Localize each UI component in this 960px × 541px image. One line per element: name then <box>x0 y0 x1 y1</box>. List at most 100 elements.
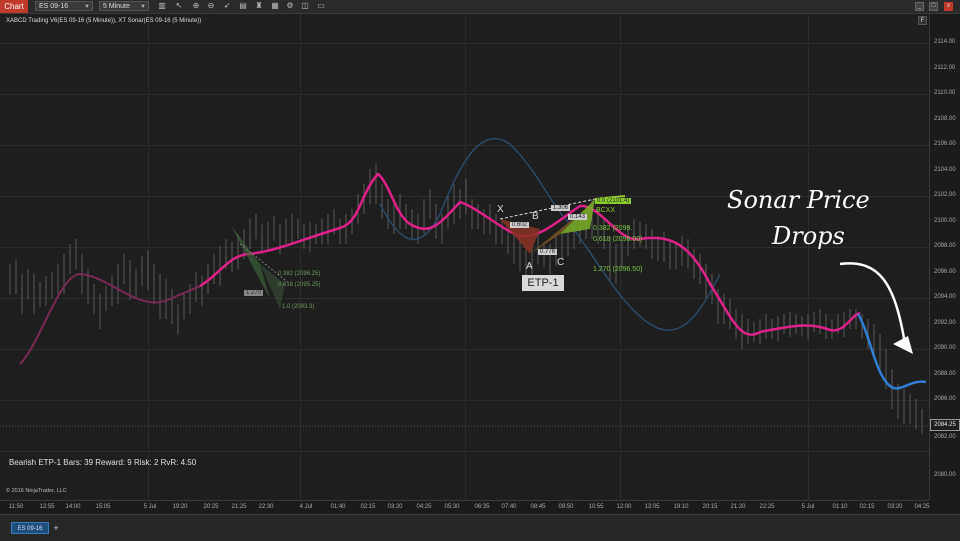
price-tick: 2098.00 <box>934 243 956 249</box>
pointer-icon[interactable]: ↖ <box>174 1 184 11</box>
time-tick: 02:15 <box>859 504 875 510</box>
price-chart <box>0 138 929 434</box>
time-tick: 14:00 <box>65 504 81 510</box>
time-tick: 5 Jul <box>801 504 815 510</box>
price-tick: 2082.00 <box>934 434 956 440</box>
pattern-tag: BCXX <box>596 207 616 214</box>
pattern-name-badge: ETP-1 <box>522 275 564 291</box>
time-tick: 08:45 <box>530 504 546 510</box>
point-x-label: X <box>497 204 504 215</box>
time-tick: 04:25 <box>914 504 930 510</box>
arrow-head-icon <box>893 336 913 354</box>
time-tick: 20:15 <box>702 504 718 510</box>
annotation-subtitle: Drops <box>772 222 845 250</box>
strategies-icon[interactable]: ♜ <box>254 1 264 11</box>
time-tick: 07:40 <box>501 504 517 510</box>
sonar-line-faded <box>379 138 721 331</box>
price-tick: 2080.00 <box>934 472 956 478</box>
chart-title: XABCD Trading V6(ES 09-16 (5 Minute)), X… <box>6 18 202 24</box>
time-tick: 15:05 <box>95 504 111 510</box>
price-tick: 2100.00 <box>934 218 956 224</box>
bar-type-icon[interactable]: ▥ <box>157 1 167 11</box>
chevron-down-icon: ▼ <box>140 4 146 10</box>
time-tick: 04:25 <box>416 504 432 510</box>
tab-bar: ES 09-16 + <box>0 514 960 541</box>
price-tick: 2094.00 <box>934 294 956 300</box>
price-tick: 2114.00 <box>934 39 956 45</box>
point-c-label: C <box>557 257 565 268</box>
ratio-label: 0.602 <box>510 222 530 228</box>
chart-toolbar: Chart ES 09-16 ▼ 5 Minute ▼ ▥ ↖ ⊕ ⊖ ➶ ▤ ♜ … <box>0 0 960 14</box>
time-tick: 01:10 <box>832 504 848 510</box>
time-tick: 02:15 <box>360 504 376 510</box>
point-a-label: A <box>526 261 533 272</box>
price-tick: 2102.00 <box>934 192 956 198</box>
data-box-icon[interactable]: ▤ <box>238 1 248 11</box>
fib-level-label: 0.0 (2101.4) <box>595 198 632 204</box>
ratio-label: 0.778 <box>538 249 558 255</box>
interval-value: 5 Minute <box>103 3 130 10</box>
minimize-button[interactable]: _ <box>915 2 924 11</box>
chevron-down-icon: ▼ <box>84 4 90 10</box>
time-tick: 09:50 <box>558 504 574 510</box>
price-tick: 2092.00 <box>934 320 956 326</box>
add-tab-button[interactable]: + <box>51 522 61 534</box>
current-price-marker: 2084.25 <box>930 419 960 431</box>
time-tick: 10:55 <box>588 504 604 510</box>
fib-level-label: 1.270 (2096.50) <box>593 266 643 273</box>
zoom-out-icon[interactable]: ⊖ <box>206 1 216 11</box>
time-tick: 19:20 <box>172 504 188 510</box>
time-axis[interactable]: 11:50 12:55 14:00 15:05 5 Jul 19:20 20:2… <box>0 500 930 515</box>
left-ratio-label: 1.270 <box>244 290 264 296</box>
time-tick: 11:50 <box>8 504 24 510</box>
time-tick: 13:05 <box>644 504 660 510</box>
price-tick: 2090.00 <box>934 345 956 351</box>
tab-es-09-16[interactable]: ES 09-16 <box>11 522 49 534</box>
price-tick: 2096.00 <box>934 269 956 275</box>
chart-menu-button[interactable]: Chart <box>0 0 28 13</box>
indicators-icon[interactable]: ▦ <box>270 1 280 11</box>
fib-level-label: 0.382 (2099. <box>593 225 633 232</box>
cursor-icon[interactable]: ➶ <box>222 1 232 11</box>
point-b-label: B <box>532 211 539 222</box>
more-icon[interactable]: ▭ <box>316 1 326 11</box>
close-button[interactable]: x <box>944 2 953 11</box>
price-tick: 2112.00 <box>934 65 956 71</box>
time-tick: 4 Jul <box>299 504 313 510</box>
ratio-label: 1.306 <box>551 205 571 211</box>
copyright: © 2016 NinjaTrader, LLC <box>6 488 67 494</box>
time-tick: 19:10 <box>673 504 689 510</box>
properties-icon[interactable]: ⚙ <box>285 1 295 11</box>
pattern-stats: Bearish ETP-1 Bars: 39 Reward: 9 Risk: 2… <box>9 458 197 467</box>
price-tick: 2110.00 <box>934 90 956 96</box>
price-tick: 2086.00 <box>934 396 956 402</box>
time-tick: 05:30 <box>444 504 460 510</box>
f-button[interactable]: F <box>918 16 927 25</box>
price-tick: 2088.00 <box>934 371 956 377</box>
left-fib-label: 1.0 (2093.3) <box>282 304 315 310</box>
instrument-value: ES 09-16 <box>39 3 69 10</box>
zoom-in-icon[interactable]: ⊕ <box>191 1 201 11</box>
time-tick: 12:00 <box>616 504 632 510</box>
price-line-faded <box>19 272 201 365</box>
annotation-title: Sonar Price <box>727 186 870 214</box>
time-tick: 21:20 <box>730 504 746 510</box>
time-tick: 03:20 <box>387 504 403 510</box>
left-fib-label: 0.382 (2096.25) <box>278 271 321 277</box>
interval-selector[interactable]: 5 Minute ▼ <box>99 1 149 11</box>
time-tick: 12:55 <box>39 504 55 510</box>
price-tick: 2104.00 <box>934 167 956 173</box>
fib-level-label: 0.618 (2098.00) <box>593 236 643 243</box>
price-tick: 2106.00 <box>934 141 956 147</box>
time-tick: 22:25 <box>759 504 775 510</box>
time-tick: 21:25 <box>231 504 247 510</box>
left-fib-label: 0.618 (2095.25) <box>278 282 321 288</box>
time-tick: 06:35 <box>474 504 490 510</box>
price-tick: 2108.00 <box>934 116 956 122</box>
instrument-selector[interactable]: ES 09-16 ▼ <box>35 1 93 11</box>
time-tick: 5 Jul <box>143 504 157 510</box>
ratio-label: 0.143 <box>568 214 588 220</box>
add-window-icon[interactable]: ◫ <box>300 1 310 11</box>
time-tick: 03:20 <box>887 504 903 510</box>
maximize-button[interactable]: □ <box>929 2 938 11</box>
